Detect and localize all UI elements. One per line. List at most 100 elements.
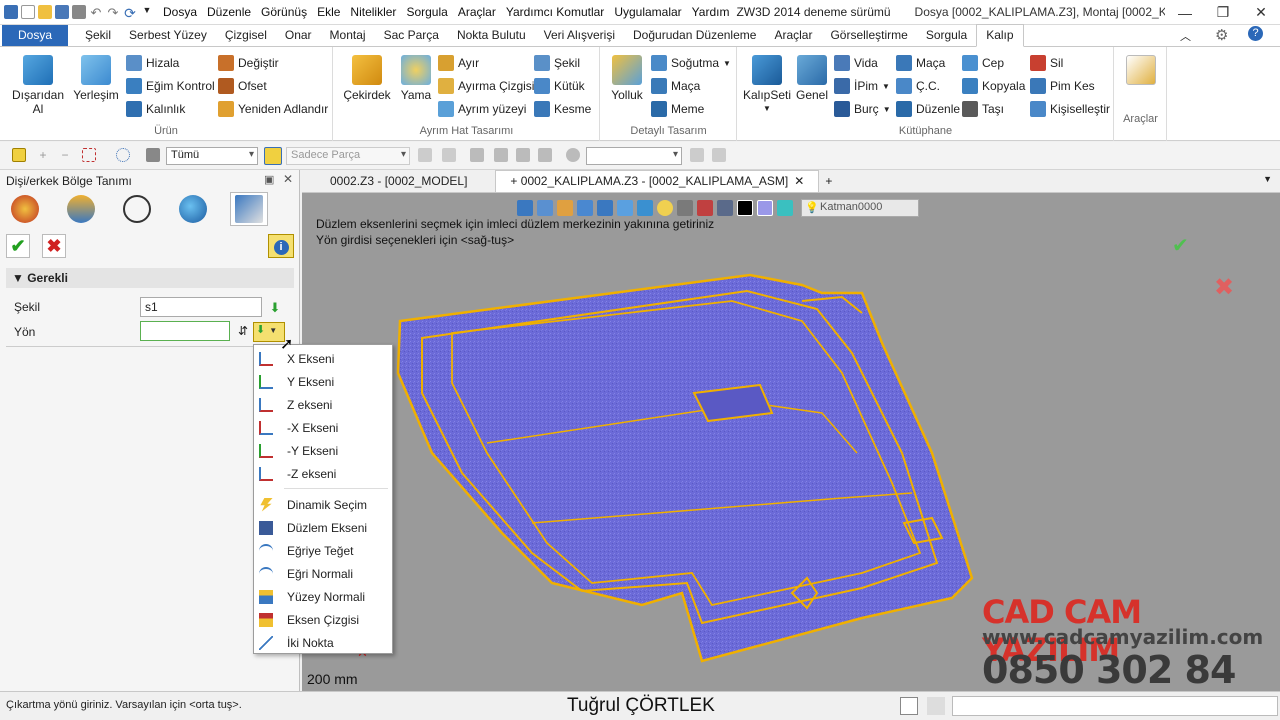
genel-button[interactable]: Genel <box>792 55 832 102</box>
pick-arrow-icon[interactable]: ⬇ <box>268 300 282 315</box>
ayirma-cizgisi-button[interactable]: Ayırma Çizgisi <box>438 78 534 94</box>
disaridan-al-button[interactable]: Dışarıdan Al <box>10 55 66 116</box>
menu-neg-y-axis[interactable]: -Y Ekseni <box>254 440 392 461</box>
menu-item[interactable]: Uygulamalar <box>609 5 686 19</box>
view-orient-icon[interactable] <box>517 200 533 216</box>
viewport-ok-icon[interactable]: ✔ <box>1172 233 1189 258</box>
vida-button[interactable]: Vida <box>834 55 878 71</box>
menu-item[interactable]: Araçlar <box>453 5 501 19</box>
tab-sac-parca[interactable]: Sac Parça <box>375 25 448 46</box>
quick-access-dropdown-icon[interactable]: ▼ <box>140 5 154 19</box>
minimize-button[interactable]: — <box>1166 0 1204 25</box>
kutuk-button[interactable]: Kütük <box>534 78 585 94</box>
tab-sekil[interactable]: Şekil <box>76 25 120 46</box>
toolbar-icon[interactable] <box>418 148 432 162</box>
kesme-button[interactable]: Kesme <box>534 101 591 117</box>
sogutma-button[interactable]: Soğutma ▼ <box>651 55 731 71</box>
pick-pointer-icon[interactable] <box>12 148 26 162</box>
tab-cizgisel[interactable]: Çizgisel <box>216 25 276 46</box>
yon-input[interactable] <box>140 321 230 341</box>
render-icon[interactable] <box>577 200 593 216</box>
menu-item[interactable]: Düzenle <box>202 5 256 19</box>
menu-item[interactable]: Yardımcı Komutlar <box>501 5 609 19</box>
monitor-icon[interactable] <box>717 200 733 216</box>
meme-button[interactable]: Meme <box>651 101 704 117</box>
menu-axis-line[interactable]: Eksen Çizgisi <box>254 609 392 630</box>
info-button[interactable]: i <box>268 234 294 258</box>
sekil-input[interactable]: s1 <box>140 297 262 317</box>
kalinlik-button[interactable]: Kalınlık <box>126 101 185 117</box>
menu-two-points[interactable]: İki Nokta <box>254 632 392 653</box>
toolbar-icon[interactable] <box>690 148 704 162</box>
toolbar-icon[interactable] <box>538 148 552 162</box>
undo-icon[interactable]: ↶ <box>89 5 103 20</box>
cep-button[interactable]: Cep <box>962 55 1004 71</box>
tab-onar[interactable]: Onar <box>276 25 321 46</box>
toolbar-icon[interactable] <box>566 148 580 162</box>
tab-veri-alisverisi[interactable]: Veri Alışverişi <box>535 25 624 46</box>
tab-montaj[interactable]: Montaj <box>321 25 375 46</box>
tab-araclar[interactable]: Araçlar <box>765 25 821 46</box>
doc-tab-kaliplama[interactable]: + 0002_KALIPLAMA.Z3 - [0002_KALIPLAMA_AS… <box>495 170 820 192</box>
ayrim-yuzeyi-button[interactable]: Ayrım yüzeyi <box>438 101 526 117</box>
menu-x-axis[interactable]: X Ekseni <box>254 348 392 369</box>
yeniden-adlandir-button[interactable]: Yeniden Adlandır <box>218 101 328 117</box>
tab-history[interactable] <box>6 192 44 226</box>
toolbar-icon[interactable] <box>442 148 456 162</box>
filter-combo[interactable]: Tümü <box>166 147 258 165</box>
clip-icon[interactable] <box>697 200 713 216</box>
tab-sorgula[interactable]: Sorgula <box>917 25 976 46</box>
reverse-direction-icon[interactable]: ⇵ <box>236 324 250 338</box>
yerlesim-button[interactable]: Yerleşim <box>70 55 122 102</box>
new-file-icon[interactable] <box>21 5 35 19</box>
part-scope-icon[interactable] <box>264 147 282 165</box>
maca-lib-button[interactable]: Maça <box>896 55 945 71</box>
menu-neg-x-axis[interactable]: -X Ekseni <box>254 417 392 438</box>
close-button[interactable]: ✕ <box>1242 0 1280 25</box>
tasi-button[interactable]: Taşı <box>962 101 1004 117</box>
print-icon[interactable] <box>72 5 86 19</box>
shaded-icon[interactable] <box>597 200 613 216</box>
dropdown-arrow-icon[interactable]: ▼ <box>883 105 891 114</box>
panel-pin-icon[interactable]: ▣ <box>264 173 274 186</box>
tab-close-icon[interactable]: ✕ <box>794 174 804 188</box>
plus-icon[interactable]: + <box>36 148 50 162</box>
tabs-dropdown-icon[interactable]: ▼ <box>1263 174 1272 184</box>
tab-serbest-yuzey[interactable]: Serbest Yüzey <box>120 25 216 46</box>
tab-globe[interactable] <box>174 192 212 226</box>
toolbar-icon[interactable] <box>494 148 508 162</box>
new-tab-button[interactable]: + <box>819 171 838 192</box>
tab-input-form[interactable] <box>230 192 268 226</box>
tab-kalip[interactable]: Kalıp <box>976 24 1024 47</box>
scope-combo[interactable]: Sadece Parça <box>286 147 410 165</box>
toolbar-icon[interactable] <box>516 148 530 162</box>
layer-combo[interactable]: 💡 Katman0000 <box>801 199 919 217</box>
menu-item[interactable]: Ekle <box>312 5 345 19</box>
tab-gorsellestirme[interactable]: Görselleştirme <box>821 25 916 46</box>
3d-viewport[interactable]: 💡 Katman0000 Düzlem eksenlerini seçmek iç… <box>302 193 1280 691</box>
empty-combo[interactable] <box>586 147 682 165</box>
maca-button[interactable]: Maça <box>651 78 700 94</box>
save-icon[interactable] <box>55 5 69 19</box>
menu-neg-z-axis[interactable]: -Z ekseni <box>254 463 392 484</box>
menu-curve-normal[interactable]: Eğri Normali <box>254 563 392 584</box>
menu-item[interactable]: Nitelikler <box>345 5 401 19</box>
tab-nokta-bulutu[interactable]: Nokta Bulutu <box>448 25 535 46</box>
menu-y-axis[interactable]: Y Ekseni <box>254 371 392 392</box>
menu-item[interactable]: Sorgula <box>401 5 452 19</box>
menu-dynamic-select[interactable]: Dinamik Seçim <box>254 494 392 515</box>
sekil-button[interactable]: Şekil <box>534 55 580 71</box>
kopyala-button[interactable]: Kopyala <box>962 78 1025 94</box>
hizala-button[interactable]: Hizala <box>126 55 179 71</box>
section-gerekli[interactable]: ▼ Gerekli <box>6 268 294 288</box>
frame-icon[interactable] <box>677 200 693 216</box>
menu-item[interactable]: Yardım <box>687 5 735 19</box>
menu-curve-tangent[interactable]: Eğriye Teğet <box>254 540 392 561</box>
ipim-button[interactable]: İPim ▼ <box>834 78 890 94</box>
tab-dosya[interactable]: Dosya <box>2 25 68 46</box>
viewport-cancel-icon[interactable]: ✖ <box>1214 273 1234 302</box>
toolbar-icon[interactable] <box>470 148 484 162</box>
menu-item[interactable]: Görünüş <box>256 5 312 19</box>
yama-button[interactable]: Yama <box>396 55 436 102</box>
dropdown-arrow-icon[interactable]: ▼ <box>882 82 890 91</box>
